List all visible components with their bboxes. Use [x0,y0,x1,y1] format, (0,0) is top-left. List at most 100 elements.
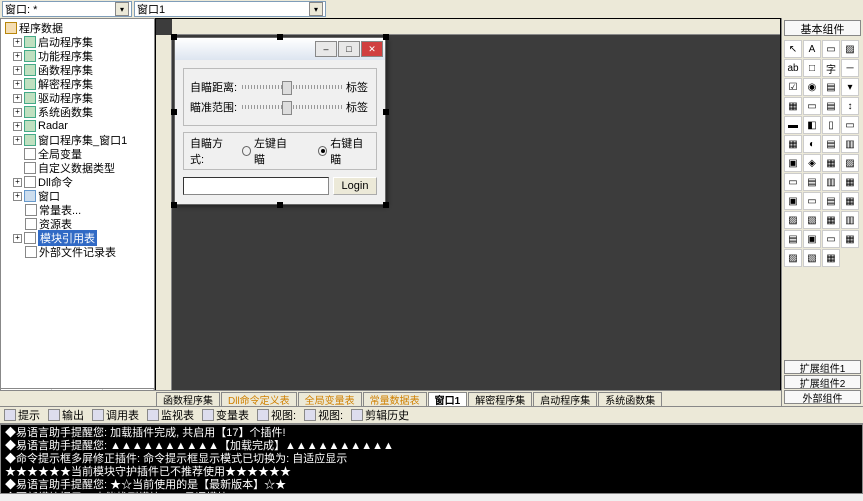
minimize-icon[interactable]: – [315,41,337,57]
tool-icon[interactable]: ▤ [822,192,840,210]
label-tool-icon[interactable]: A [803,40,821,58]
login-button[interactable]: Login [333,177,377,195]
login-input[interactable] [183,177,329,195]
tree-item-selected[interactable]: +模块引用表 [3,231,152,245]
check-tool-icon[interactable]: ☑ [784,78,802,96]
tool-icon[interactable]: ▦ [822,249,840,267]
tool-icon[interactable]: ▬ [784,116,802,134]
frame-tool-icon[interactable]: □ [803,59,821,77]
doc-tab[interactable]: 系统函数集 [598,392,662,406]
expand-icon[interactable]: + [13,178,22,187]
doc-tab[interactable]: 解密程序集 [468,392,532,406]
tree-item[interactable]: +Radar [3,119,152,133]
radio-left-click[interactable]: 左键自瞄 [242,135,294,167]
expand-icon[interactable]: + [13,52,22,61]
tree-item[interactable]: 外部文件记录表 [3,245,152,259]
mock-titlebar[interactable]: – □ ✕ [175,38,385,60]
tool-icon[interactable]: ▣ [803,230,821,248]
tree-item[interactable]: +启动程序集 [3,35,152,49]
doc-tab[interactable]: 全局变量表 [298,392,362,406]
expand-icon[interactable]: + [13,66,22,75]
button-tool-icon[interactable]: ▭ [822,40,840,58]
grid-tool-icon[interactable]: ▦ [784,97,802,115]
combo-window-scope[interactable]: 窗口: * ▾ [2,1,132,17]
toolbox-tab-ext1[interactable]: 扩展组件1 [784,360,861,374]
tool-icon[interactable]: ▥ [841,135,859,153]
tool-icon[interactable]: ▨ [784,249,802,267]
tool-icon[interactable]: ▦ [841,173,859,191]
expand-icon[interactable]: + [13,38,22,47]
tool-icon[interactable]: ▣ [784,154,802,172]
tree-item[interactable]: +Dll命令 [3,175,152,189]
tool-icon[interactable]: ▤ [803,173,821,191]
tool-icon[interactable]: ▥ [822,173,840,191]
tool-icon[interactable]: ▭ [841,116,859,134]
tool-icon[interactable]: ▨ [841,154,859,172]
close-icon[interactable]: ✕ [361,41,383,57]
combo-tool-icon[interactable]: ▾ [841,78,859,96]
tree-item[interactable]: +窗口 [3,189,152,203]
tb-view2[interactable]: 视图: [304,407,343,423]
doc-tab[interactable]: Dll命令定义表 [221,392,297,406]
scroll-tool-icon[interactable]: ↕ [841,97,859,115]
tree-tool-icon[interactable]: ▤ [822,97,840,115]
expand-icon[interactable]: + [13,108,22,117]
tab-tool-icon[interactable]: ▭ [803,97,821,115]
tool-icon[interactable]: ▯ [822,116,840,134]
doc-tab[interactable]: 常量数据表 [363,392,427,406]
output-console[interactable]: ◆易语言助手提醒您: 加载插件完成, 共启用【17】个插件! ◆易语言助手提醒您… [0,424,863,494]
tool-icon[interactable]: ◈ [803,154,821,172]
tool-icon[interactable]: ▭ [822,230,840,248]
edit-tool-icon[interactable]: ab [784,59,802,77]
tool-icon[interactable]: ▦ [841,192,859,210]
doc-tab[interactable]: 启动程序集 [533,392,597,406]
tb-clip[interactable]: 剪辑历史 [351,407,409,423]
tool-icon[interactable]: ▭ [784,173,802,191]
tool-icon[interactable]: ▦ [822,154,840,172]
toolbox-tab-external[interactable]: 外部组件 [784,390,861,404]
maximize-icon[interactable]: □ [338,41,360,57]
form-selection[interactable]: – □ ✕ 自瞄距离: 标签 瞄准范围: [174,37,386,205]
tree-item[interactable]: +系统函数集 [3,105,152,119]
tree-item[interactable]: +解密程序集 [3,77,152,91]
text-tool-icon[interactable]: 字 [822,59,840,77]
tb-view1[interactable]: 视图: [257,407,296,423]
tool-icon[interactable]: ▭ [803,192,821,210]
expand-icon[interactable]: + [13,122,22,131]
tool-icon[interactable]: ▤ [822,135,840,153]
tool-icon[interactable]: ◧ [803,116,821,134]
mock-window[interactable]: – □ ✕ 自瞄距离: 标签 瞄准范围: [174,37,386,205]
tree-item[interactable]: 资源表 [3,217,152,231]
tb-vars[interactable]: 变量表 [202,407,249,423]
expand-icon[interactable]: + [13,136,22,145]
tb-output[interactable]: 输出 [48,407,84,423]
tool-icon[interactable]: ▧ [803,249,821,267]
design-surface[interactable]: – □ ✕ 自瞄距离: 标签 瞄准范围: [155,18,781,406]
expand-icon[interactable]: + [13,94,22,103]
pointer-tool-icon[interactable]: ↖ [784,40,802,58]
tb-calltable[interactable]: 调用表 [92,407,139,423]
slider-aim-range[interactable] [242,105,342,109]
tool-icon[interactable]: ▤ [784,230,802,248]
tb-watch[interactable]: 监视表 [147,407,194,423]
expand-icon[interactable]: + [13,80,22,89]
tool-icon[interactable]: ▦ [841,230,859,248]
tool-icon[interactable]: ▣ [784,192,802,210]
tool-icon[interactable]: ◐ [803,135,821,153]
tree-item[interactable]: 自定义数据类型 [3,161,152,175]
project-tree[interactable]: 程序数据 +启动程序集 +功能程序集 +函数程序集 +解密程序集 +驱动程序集 … [1,19,154,405]
combo-window-name[interactable]: 窗口1 ▾ [134,1,326,17]
line-tool-icon[interactable]: ─ [841,59,859,77]
tool-icon[interactable]: ▥ [841,211,859,229]
image-tool-icon[interactable]: ▨ [841,40,859,58]
tb-hint[interactable]: 提示 [4,407,40,423]
radio-tool-icon[interactable]: ◉ [803,78,821,96]
tree-item[interactable]: 全局变量 [3,147,152,161]
tool-icon[interactable]: ▧ [803,211,821,229]
tree-item[interactable]: +函数程序集 [3,63,152,77]
tool-icon[interactable]: ▦ [822,211,840,229]
list-tool-icon[interactable]: ▤ [822,78,840,96]
tool-icon[interactable]: ▦ [784,135,802,153]
expand-icon[interactable]: + [13,192,22,201]
radio-right-click[interactable]: 右键自瞄 [318,135,370,167]
